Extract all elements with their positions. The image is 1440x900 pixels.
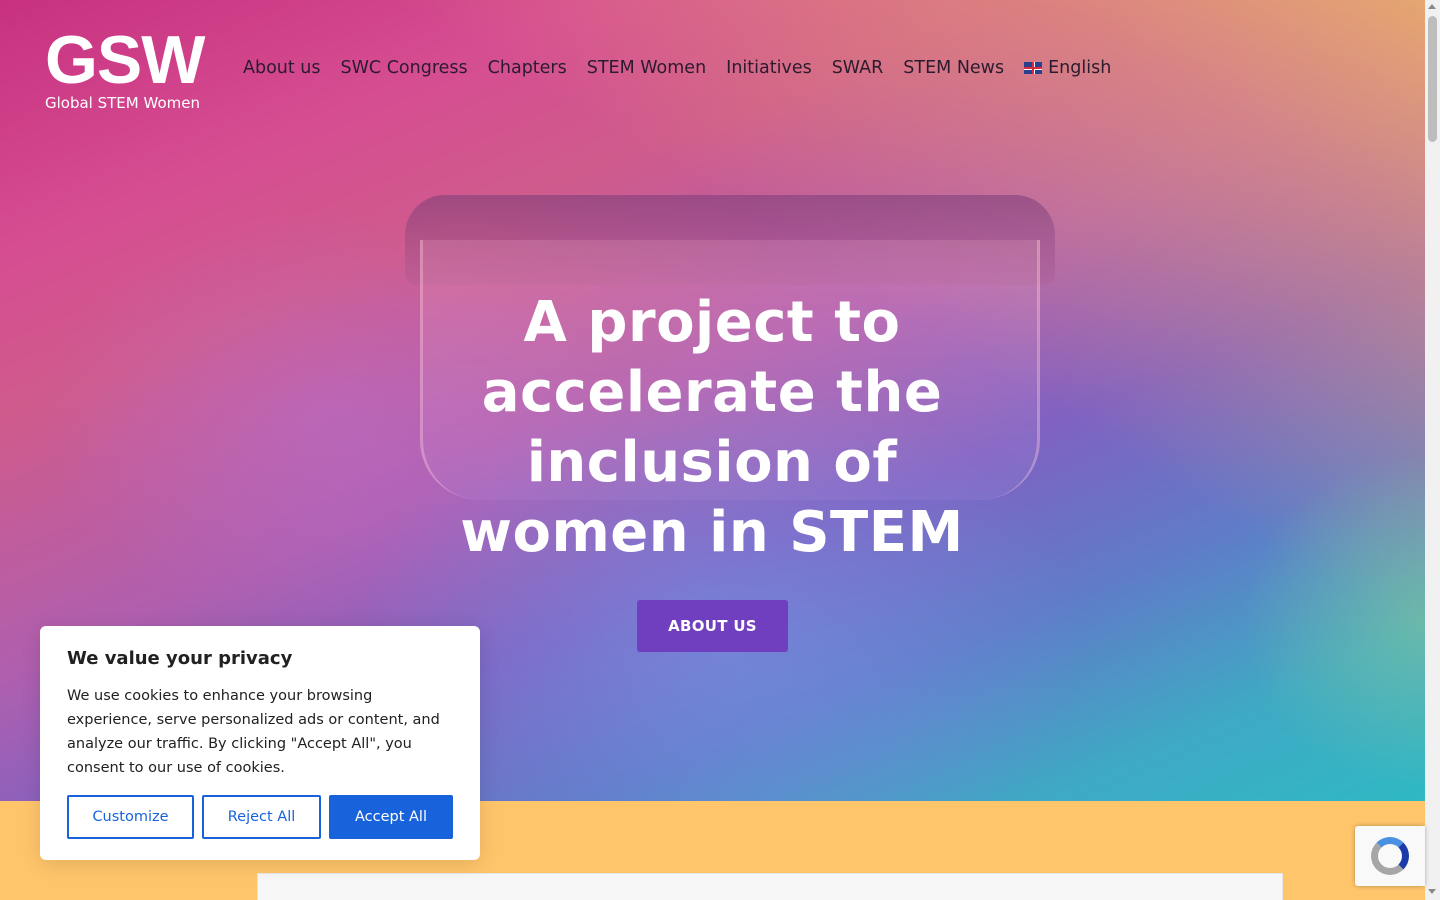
nav-item-swc-congress[interactable]: SWC Congress	[341, 58, 468, 78]
site-logo[interactable]: GSW Global STEM Women	[45, 22, 225, 112]
hero-headline: A project to accelerate the inclusion of…	[460, 290, 964, 565]
scroll-down-arrow-icon[interactable]	[1428, 889, 1436, 894]
scrollbar-thumb[interactable]	[1428, 16, 1437, 142]
nav-item-stem-news[interactable]: STEM News	[903, 58, 1004, 78]
language-label: English	[1048, 58, 1112, 78]
recaptcha-badge[interactable]	[1355, 826, 1425, 886]
nav-item-stem-women[interactable]: STEM Women	[587, 58, 706, 78]
cookie-text: We use cookies to enhance your browsing …	[67, 688, 440, 776]
nav-item-about-us[interactable]: About us	[243, 58, 321, 78]
content-card	[257, 873, 1283, 900]
about-us-button[interactable]: ABOUT US	[637, 600, 788, 652]
uk-flag-icon	[1024, 62, 1043, 74]
logo-subtitle: Global STEM Women	[45, 94, 200, 112]
scroll-up-arrow-icon[interactable]	[1428, 4, 1436, 9]
nav-item-chapters[interactable]: Chapters	[488, 58, 567, 78]
site-header: GSW Global STEM Women About us SWC Congr…	[0, 0, 1425, 140]
reject-all-button[interactable]: Reject All	[202, 795, 321, 839]
page-scrollbar[interactable]	[1425, 0, 1440, 900]
cookie-button-group: Customize Reject All Accept All	[67, 795, 453, 839]
recaptcha-icon	[1371, 837, 1409, 875]
accept-all-button[interactable]: Accept All	[329, 795, 453, 839]
cookie-title: We value your privacy	[67, 648, 293, 669]
nav-item-initiatives[interactable]: Initiatives	[726, 58, 812, 78]
customize-button[interactable]: Customize	[67, 795, 194, 839]
nav-item-swar[interactable]: SWAR	[832, 58, 884, 78]
cookie-consent-banner: We value your privacy We use cookies to …	[40, 626, 480, 860]
logo-mark: GSW	[45, 22, 205, 98]
main-nav: About us SWC Congress Chapters STEM Wome…	[243, 58, 1111, 78]
language-switcher[interactable]: English	[1024, 58, 1111, 78]
